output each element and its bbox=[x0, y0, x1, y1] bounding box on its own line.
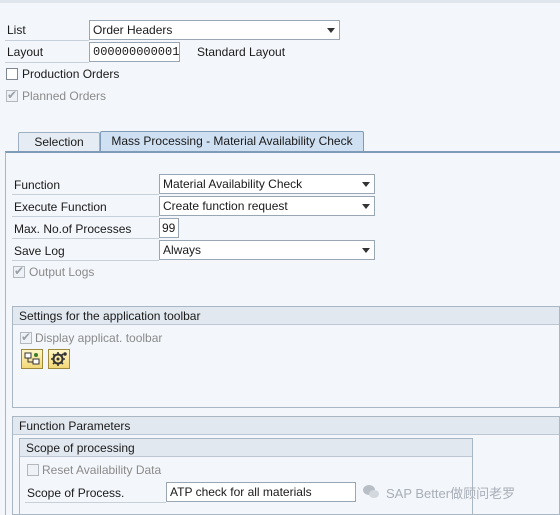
execute-function-value: Create function request bbox=[163, 199, 288, 213]
planned-orders-checkbox[interactable]: ✔ bbox=[6, 88, 18, 102]
save-log-label: Save Log bbox=[14, 244, 65, 258]
watermark: SAP Better做顾问老罗 bbox=[362, 482, 552, 502]
reset-availability-checkbox[interactable] bbox=[27, 464, 39, 476]
production-orders-label: Production Orders bbox=[22, 67, 120, 81]
layout-label: Layout bbox=[7, 45, 44, 59]
chevron-down-icon bbox=[362, 204, 370, 209]
list-value: Order Headers bbox=[93, 23, 173, 37]
select-layout-icon bbox=[24, 352, 40, 365]
settings-button[interactable] bbox=[48, 349, 70, 369]
save-log-value: Always bbox=[163, 243, 202, 257]
function-label-underline bbox=[12, 194, 159, 195]
chevron-down-icon bbox=[327, 28, 335, 33]
toolbar-settings-title: Settings for the application toolbar bbox=[13, 307, 559, 325]
tab-selection[interactable]: Selection bbox=[18, 132, 100, 152]
execute-function-label: Execute Function bbox=[14, 200, 107, 214]
chevron-down-icon bbox=[362, 248, 370, 253]
checkmark-icon: ✔ bbox=[7, 88, 18, 102]
save-log-label-underline bbox=[12, 260, 159, 261]
layout-description: Standard Layout bbox=[197, 45, 286, 59]
execute-function-label-underline bbox=[12, 216, 159, 217]
layout-label-underline bbox=[5, 62, 89, 63]
scope-of-processing-title: Scope of processing bbox=[20, 439, 472, 457]
reset-availability-label: Reset Availability Data bbox=[42, 463, 162, 477]
chevron-down-icon bbox=[362, 182, 370, 187]
function-label: Function bbox=[14, 178, 61, 192]
checkmark-icon: ✔ bbox=[21, 330, 32, 344]
watermark-text: SAP Better做顾问老罗 bbox=[386, 486, 516, 501]
planned-orders-label: Planned Orders bbox=[22, 89, 107, 103]
save-log-dropdown[interactable]: Always bbox=[159, 240, 375, 260]
display-toolbar-label: Display applicat. toolbar bbox=[35, 331, 163, 345]
list-label: List bbox=[7, 23, 26, 37]
tab-selection-label: Selection bbox=[34, 135, 84, 149]
function-parameters-title: Function Parameters bbox=[13, 417, 559, 435]
scope-of-process-label: Scope of Process. bbox=[27, 486, 125, 500]
display-toolbar-checkbox[interactable]: ✔ bbox=[20, 330, 32, 344]
scope-label-underline bbox=[25, 502, 166, 503]
list-label-underline bbox=[5, 40, 89, 41]
production-orders-checkbox[interactable] bbox=[6, 68, 18, 80]
max-processes-label: Max. No.of Processes bbox=[14, 222, 132, 236]
function-value: Material Availability Check bbox=[163, 177, 303, 191]
max-processes-label-underline bbox=[12, 238, 159, 239]
wechat-icon bbox=[363, 485, 379, 498]
toolbar-settings-group: Settings for the application toolbar bbox=[12, 306, 560, 408]
max-processes-input[interactable]: 99 bbox=[159, 218, 179, 238]
output-logs-checkbox[interactable]: ✔ bbox=[13, 264, 25, 278]
list-dropdown[interactable]: Order Headers bbox=[89, 20, 340, 40]
function-dropdown[interactable]: Material Availability Check bbox=[159, 174, 375, 194]
scope-of-process-value: ATP check for all materials bbox=[170, 485, 312, 499]
tab-mass-processing[interactable]: Mass Processing - Material Availability … bbox=[100, 131, 364, 152]
layout-input[interactable]: 000000000001 bbox=[89, 42, 180, 62]
execute-function-dropdown[interactable]: Create function request bbox=[159, 196, 375, 216]
settings-gear-icon bbox=[51, 352, 67, 366]
checkmark-icon: ✔ bbox=[14, 264, 25, 278]
scope-of-process-dropdown[interactable]: ATP check for all materials bbox=[166, 482, 356, 502]
top-border bbox=[0, 0, 560, 3]
select-layout-button[interactable] bbox=[21, 349, 43, 369]
tab-mass-processing-label: Mass Processing - Material Availability … bbox=[111, 134, 353, 148]
output-logs-label: Output Logs bbox=[29, 265, 95, 279]
